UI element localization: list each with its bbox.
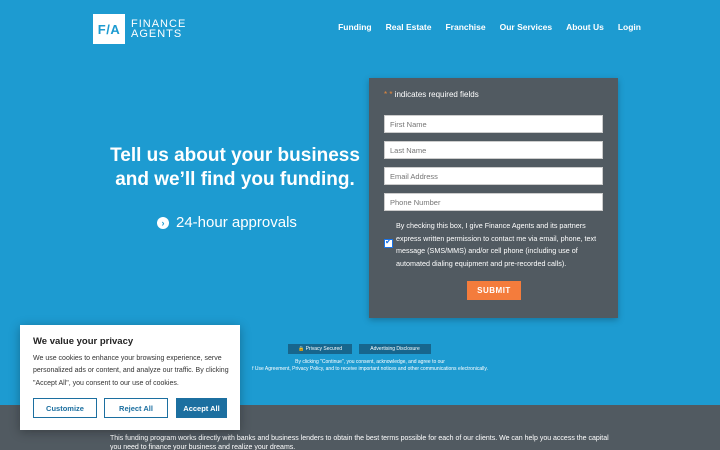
required-note: * * indicates required fields xyxy=(384,90,479,99)
required-star: * * xyxy=(384,90,393,99)
info-band-text: This funding program works directly with… xyxy=(110,435,609,450)
last-name-field[interactable] xyxy=(384,141,603,159)
logo-line-2: AGENTS xyxy=(131,28,183,40)
required-note-text: indicates required fields xyxy=(394,90,479,99)
nav-login[interactable]: Login xyxy=(618,22,641,32)
main-nav: Funding Real Estate Franchise Our Servic… xyxy=(338,22,641,32)
headline-line-1: Tell us about your business xyxy=(110,145,360,166)
nav-about-us[interactable]: About Us xyxy=(566,22,604,32)
privacy-secured-badge[interactable]: 🔒 Privacy Secured xyxy=(288,344,352,354)
phone-field[interactable] xyxy=(384,193,603,211)
nav-franchise[interactable]: Franchise xyxy=(445,22,485,32)
disclaimer-line-1: By clicking "Continue", you consent, ack… xyxy=(295,359,445,365)
lead-form: * * indicates required fields By checkin… xyxy=(369,78,618,318)
approvals-text: 24-hour approvals xyxy=(176,214,297,231)
customize-button[interactable]: Customize xyxy=(33,398,97,418)
reject-all-button[interactable]: Reject All xyxy=(104,398,168,418)
cookie-consent-dialog: We value your privacy We use cookies to … xyxy=(20,325,240,430)
consent-checkbox[interactable] xyxy=(384,237,393,248)
logo-mark: F/A xyxy=(93,14,125,44)
submit-button[interactable]: SUBMIT xyxy=(467,281,521,300)
nav-our-services[interactable]: Our Services xyxy=(500,22,552,32)
email-field[interactable] xyxy=(384,167,603,185)
consent-text: By checking this box, I give Finance Age… xyxy=(396,221,597,268)
consent-disclaimer: By clicking "Continue", you consent, ack… xyxy=(240,359,500,373)
advertising-disclosure-badge[interactable]: Advertising Disclosure xyxy=(359,344,431,354)
first-name-field[interactable] xyxy=(384,115,603,133)
hero-headline: Tell us about your business and we’ll fi… xyxy=(100,144,370,192)
cookie-title: We value your privacy xyxy=(33,336,134,347)
approvals-bullet: › 24-hour approvals xyxy=(157,214,297,231)
logo[interactable]: F/A FINANCE AGENTS xyxy=(93,14,186,44)
cookie-body: We use cookies to enhance your browsing … xyxy=(33,355,229,387)
accept-all-button[interactable]: Accept All xyxy=(176,398,227,418)
logo-text: FINANCE AGENTS xyxy=(131,19,186,40)
consent-row: By checking this box, I give Finance Age… xyxy=(384,220,606,270)
chevron-right-icon: › xyxy=(157,216,169,229)
headline-line-2: and we’ll find you funding. xyxy=(115,169,355,190)
nav-real-estate[interactable]: Real Estate xyxy=(386,22,432,32)
nav-funding[interactable]: Funding xyxy=(338,22,372,32)
disclaimer-line-2: f Use Agreement, Privacy Policy, and to … xyxy=(252,366,488,372)
